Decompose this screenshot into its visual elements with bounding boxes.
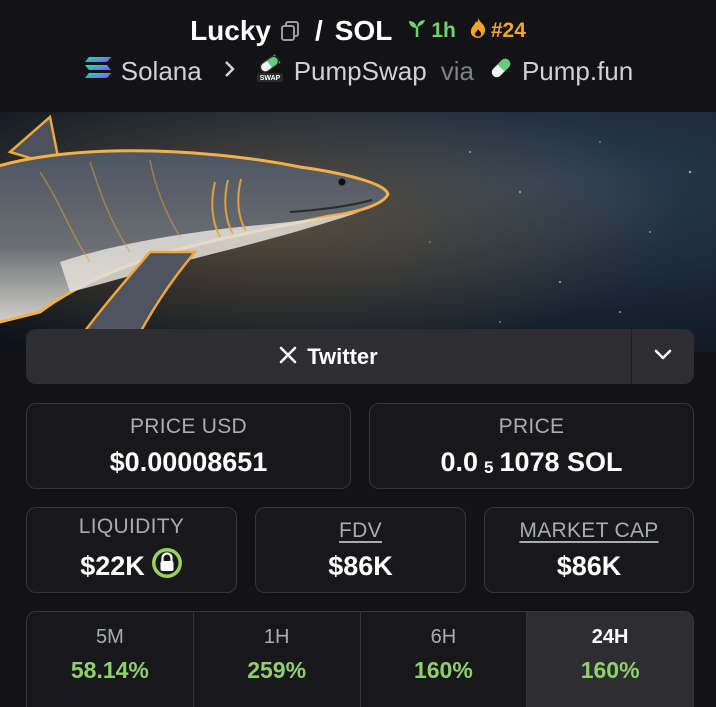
price-change-tabs: 5M 58.14% 1H 259% 6H 160% 24H 160%	[26, 611, 694, 707]
price-change-value: 259%	[247, 657, 307, 683]
fdv-card[interactable]: FDV $86K	[255, 507, 466, 593]
socials-bar: Twitter	[26, 329, 694, 384]
solana-icon	[83, 55, 113, 88]
liquidity-label: LIQUIDITY	[78, 514, 185, 538]
price-usd-card: PRICE USD $0.00008651	[26, 403, 351, 489]
price-usd-value: $0.00008651	[109, 446, 268, 477]
tab-6h[interactable]: 6H 160%	[361, 612, 528, 707]
twitter-label: Twitter	[307, 343, 378, 369]
price-native-value: 0.0 5 1078 SOL	[440, 447, 622, 478]
liquidity-value: $22K	[80, 550, 145, 581]
timeframe-label: 1H	[263, 626, 290, 648]
pair-title-row: Lucky / SOL 1h #24	[0, 12, 716, 50]
pumpswap-icon: SWAP	[254, 53, 286, 90]
dex-link[interactable]: PumpSwap	[294, 56, 427, 87]
svg-text:SWAP: SWAP	[259, 75, 280, 82]
market-cap-label: MARKET CAP	[519, 518, 659, 542]
via-label: via	[440, 55, 474, 86]
seedling-icon	[406, 17, 428, 45]
token-banner-image	[0, 112, 716, 352]
price-native-card: PRICE 0.0 5 1078 SOL	[369, 403, 694, 489]
pair-age: 1h	[431, 19, 456, 42]
x-logo-icon	[279, 344, 297, 370]
twitter-button[interactable]: Twitter	[26, 329, 631, 384]
tab-5m[interactable]: 5M 58.14%	[27, 612, 194, 707]
pair-source-row: Solana SWAP PumpSwap via Pump.fun	[0, 53, 716, 90]
trending-rank: #24	[490, 19, 526, 42]
copy-icon[interactable]	[279, 20, 301, 42]
timeframe-label: 5M	[95, 626, 124, 648]
pill-icon	[488, 55, 514, 88]
fdv-label: FDV	[339, 518, 382, 542]
price-change-value: 160%	[580, 657, 640, 683]
price-native-zero-count: 5	[484, 458, 494, 477]
market-cap-value: $86K	[556, 550, 622, 581]
market-cap-card[interactable]: MARKET CAP $86K	[484, 507, 694, 593]
chevron-down-icon	[654, 348, 672, 366]
timeframe-label: 6H	[430, 626, 457, 648]
chevron-right-icon	[224, 57, 236, 85]
fdv-value: $86K	[328, 550, 393, 581]
price-native-suffix: 1078 SOL	[499, 446, 623, 477]
liquidity-card: LIQUIDITY $22K	[26, 507, 237, 593]
quote-token: SOL	[334, 15, 393, 46]
flame-icon	[468, 17, 488, 45]
launchpad-link[interactable]: Pump.fun	[522, 56, 633, 87]
trending-rank-badge[interactable]: #24	[468, 17, 526, 45]
price-change-value: 58.14%	[70, 657, 149, 683]
pair-separator: /	[315, 15, 323, 46]
timeframe-label: 24H	[591, 626, 629, 648]
chain-link[interactable]: Solana	[121, 56, 202, 87]
liquidity-value-row: $22K	[80, 547, 183, 586]
tab-1h[interactable]: 1H 259%	[194, 612, 361, 707]
price-native-label: PRICE	[498, 414, 565, 438]
token-name: Lucky	[190, 15, 272, 46]
more-socials-toggle[interactable]	[632, 329, 694, 384]
pair-age-badge: 1h	[406, 17, 456, 45]
locked-lock-icon[interactable]	[151, 547, 183, 586]
price-native-prefix: 0.0	[440, 446, 478, 477]
pair-header: Lucky / SOL 1h #24 Solana SWAP PumpSwap …	[0, 0, 716, 112]
price-change-value: 160%	[413, 657, 473, 683]
price-usd-label: PRICE USD	[129, 414, 248, 438]
tab-24h[interactable]: 24H 160%	[527, 612, 693, 707]
